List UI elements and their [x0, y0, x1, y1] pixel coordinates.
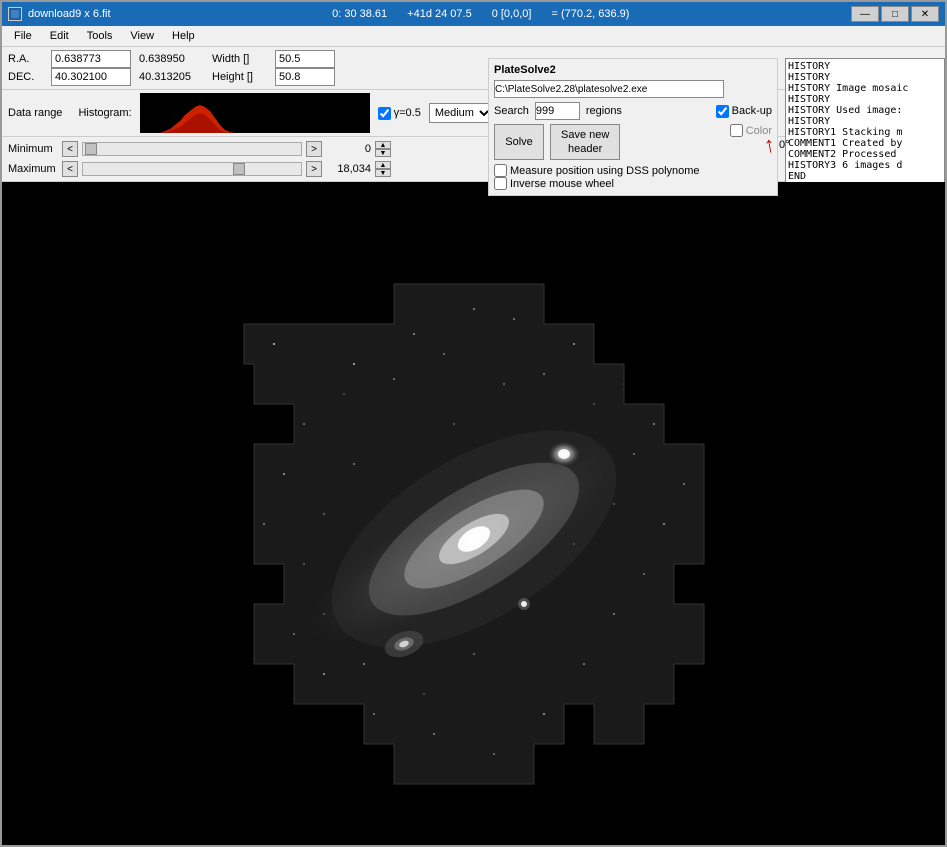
time-display: 0: 30 38.61	[332, 8, 387, 20]
menu-view[interactable]: View	[122, 28, 162, 44]
minimum-value: 0	[326, 143, 371, 155]
maximum-value: 18,034	[326, 163, 371, 175]
maximum-label: Maximum	[8, 163, 58, 175]
color-checkbox[interactable]	[730, 124, 743, 137]
history-line-5: HISTORY	[788, 116, 942, 127]
backup-label: Back-up	[732, 105, 772, 117]
histogram-dropdown[interactable]: Medium Low High	[429, 103, 493, 123]
dec-display: 40.313205	[139, 71, 204, 83]
ps-title: PlateSolve2	[494, 64, 772, 76]
inverse-checkbox[interactable]	[494, 177, 507, 190]
minimum-left-btn[interactable]: <	[62, 141, 78, 157]
main-image-area[interactable]	[2, 182, 945, 845]
gamma-label: γ=0.5	[394, 107, 421, 119]
maximum-left-btn[interactable]: <	[62, 161, 78, 177]
galaxy-container	[2, 182, 945, 845]
width-label: Width []	[212, 53, 267, 65]
menu-file[interactable]: File	[6, 28, 40, 44]
ps-path-row	[494, 80, 772, 98]
solve-button[interactable]: Solve	[494, 124, 544, 160]
history-line-8: COMMENT2 Processed	[788, 149, 942, 160]
ps-search-label: Search	[494, 105, 529, 117]
history-line-0: HISTORY	[788, 61, 942, 72]
histogram-canvas	[140, 93, 370, 133]
dec-input[interactable]	[51, 68, 131, 86]
title-bar: download9 x 6.fit 0: 30 38.61 +41d 24 07…	[2, 2, 945, 26]
measure-label: Measure position using DSS polynome	[510, 165, 700, 177]
title-bar-left: download9 x 6.fit	[8, 7, 111, 21]
ps-measure-row: Measure position using DSS polynome	[494, 164, 772, 177]
maximum-thumb[interactable]	[233, 163, 245, 175]
gamma-checkbox[interactable]	[378, 107, 391, 120]
title-center: 0: 30 38.61 +41d 24 07.5 0 [0,0,0] = (77…	[332, 8, 629, 20]
maximum-slider[interactable]	[82, 162, 302, 176]
coord-display2: 0 [0,0,0]	[492, 8, 532, 20]
maximum-right-btn[interactable]: >	[306, 161, 322, 177]
history-line-2: HISTORY Image mosaic	[788, 83, 942, 94]
maximum-spin-down[interactable]: ▼	[375, 169, 391, 177]
rotate-arrow-icon: ↑	[762, 131, 777, 159]
history-line-1: HISTORY	[788, 72, 942, 83]
inverse-label: Inverse mouse wheel	[510, 178, 614, 190]
menu-bar: File Edit Tools View Help	[2, 26, 945, 47]
histogram-label: Histogram:	[78, 107, 131, 119]
height-input[interactable]	[275, 68, 335, 86]
main-window: download9 x 6.fit 0: 30 38.61 +41d 24 07…	[0, 0, 947, 847]
coord-display1: +41d 24 07.5	[407, 8, 472, 20]
minimum-slider[interactable]	[82, 142, 302, 156]
minimum-spin-down[interactable]: ▼	[375, 149, 391, 157]
ra-input[interactable]	[51, 50, 131, 68]
gamma-checkbox-row: γ=0.5	[378, 107, 421, 120]
title-bar-buttons: — □ ✕	[851, 6, 939, 22]
data-range-label: Data range	[8, 107, 62, 119]
ps-inverse-row: Inverse mouse wheel	[494, 177, 772, 190]
maximum-spinner: ▲ ▼	[375, 161, 391, 177]
ps-buttons-row: Solve Save new header Color	[494, 124, 772, 160]
galaxy-svg	[194, 224, 754, 804]
save-header-button[interactable]: Save new header	[550, 124, 620, 160]
minimum-label: Minimum	[8, 143, 58, 155]
ra-label: R.A.	[8, 53, 43, 65]
close-button[interactable]: ✕	[911, 6, 939, 22]
minimum-thumb[interactable]	[85, 143, 97, 155]
menu-edit[interactable]: Edit	[42, 28, 77, 44]
maximum-spin-up[interactable]: ▲	[375, 161, 391, 169]
minimize-button[interactable]: —	[851, 6, 879, 22]
menu-tools[interactable]: Tools	[79, 28, 121, 44]
history-line-4: HISTORY Used image:	[788, 105, 942, 116]
minimum-spin-up[interactable]: ▲	[375, 141, 391, 149]
history-line-3: HISTORY	[788, 94, 942, 105]
ps-search-input[interactable]	[535, 102, 580, 120]
ps-regions-label: regions	[586, 105, 622, 117]
coord-display3: = (770.2, 636.9)	[551, 8, 629, 20]
history-line-7: COMMENT1 Created by	[788, 138, 942, 149]
platesolve-panel: PlateSolve2 Search regions Back-up Solve…	[488, 58, 778, 196]
ra-display: 0.638950	[139, 53, 204, 65]
dec-label: DEC.	[8, 71, 43, 83]
maximize-button[interactable]: □	[881, 6, 909, 22]
ps-search-row: Search regions Back-up	[494, 102, 772, 120]
history-line-6: HISTORY1 Stacking m	[788, 127, 942, 138]
degree-value: 0°	[779, 139, 790, 151]
app-icon	[8, 7, 22, 21]
menu-help[interactable]: Help	[164, 28, 203, 44]
width-input[interactable]	[275, 50, 335, 68]
measure-checkbox[interactable]	[494, 164, 507, 177]
backup-checkbox[interactable]	[716, 105, 729, 118]
history-line-9: HISTORY3 6 images d	[788, 160, 942, 171]
ps-path-input[interactable]	[494, 80, 724, 98]
minimum-spinner: ▲ ▼	[375, 141, 391, 157]
height-label: Height []	[212, 71, 267, 83]
minimum-right-btn[interactable]: >	[306, 141, 322, 157]
degree-section: ↑ 0°	[764, 132, 790, 158]
ps-backup-row: Back-up	[716, 105, 772, 118]
window-title: download9 x 6.fit	[28, 8, 111, 20]
history-line-10: END	[788, 171, 942, 182]
